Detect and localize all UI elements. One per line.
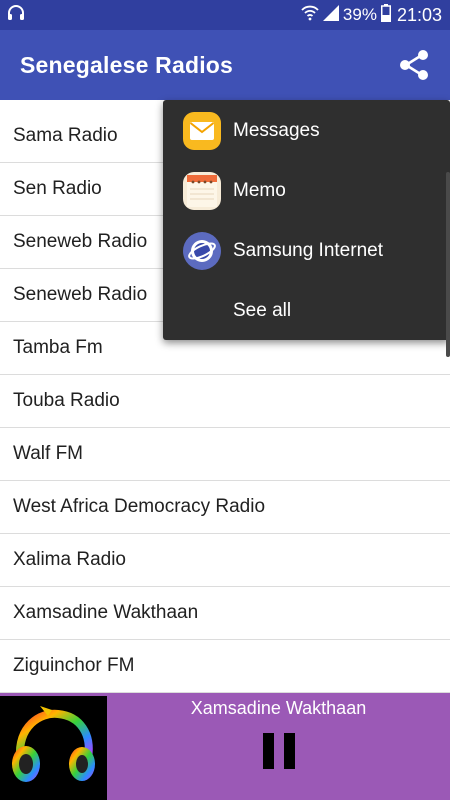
memo-icon [183, 172, 221, 210]
battery-percent: 39% [342, 5, 377, 24]
pause-icon [263, 733, 274, 769]
page-title: Senegalese Radios [20, 51, 234, 78]
share-item-label: Messages [233, 120, 320, 141]
messages-icon [183, 112, 221, 150]
pause-icon [284, 733, 295, 769]
share-icon [400, 50, 428, 80]
list-item[interactable]: Walf FM [0, 428, 450, 481]
now-playing-title: Xamsadine Wakthaan [190, 698, 367, 718]
share-item-label: See all [233, 300, 292, 321]
list-item[interactable]: Xamsadine Wakthaan [0, 587, 450, 640]
share-item-memo[interactable]: Memo [163, 161, 450, 221]
headphones-art [0, 696, 107, 800]
share-item-label: Samsung Internet [233, 240, 383, 261]
see-all-spacer [183, 292, 221, 330]
player-bar: Xamsadine Wakthaan [0, 693, 450, 800]
list-item[interactable]: Xalima Radio [0, 534, 450, 587]
wifi-icon [301, 5, 319, 26]
share-item-messages[interactable]: Messages [163, 101, 450, 161]
clock: 21:03 [396, 4, 442, 25]
headset-icon [6, 3, 26, 28]
signal-icon [322, 4, 339, 26]
share-menu: Messages Memo Samsung Internet See all [163, 100, 450, 357]
share-item-samsung-internet[interactable]: Samsung Internet [163, 221, 450, 281]
pause-button[interactable] [261, 733, 297, 769]
list-item[interactable]: West Africa Democracy Radio [0, 481, 450, 534]
list-item[interactable]: Touba Radio [0, 375, 450, 428]
app-bar: Senegalese Radios [0, 30, 450, 100]
samsung-internet-icon [183, 232, 221, 270]
status-bar: 39% 21:03 [0, 0, 450, 30]
share-item-see-all[interactable]: See all [163, 281, 450, 341]
share-menu-scrollbar[interactable] [446, 172, 450, 357]
battery-icon [380, 3, 391, 27]
list-item[interactable]: Ziguinchor FM [0, 640, 450, 693]
share-item-label: Memo [233, 180, 286, 201]
share-button[interactable] [396, 47, 432, 83]
